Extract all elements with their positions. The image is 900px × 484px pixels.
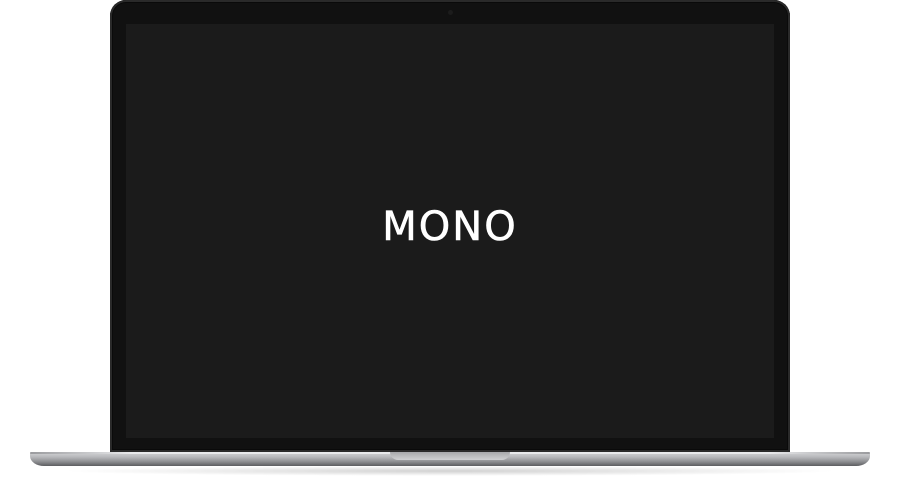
lid-opening-notch xyxy=(390,452,510,460)
laptop-shadow xyxy=(60,466,840,476)
camera-icon xyxy=(447,10,453,15)
laptop-base xyxy=(30,452,870,466)
laptop-screen: MONO xyxy=(126,24,774,438)
mono-logo: MONO xyxy=(382,204,518,250)
laptop-mockup: MONO xyxy=(0,0,900,484)
laptop-lid: MONO xyxy=(110,0,790,452)
